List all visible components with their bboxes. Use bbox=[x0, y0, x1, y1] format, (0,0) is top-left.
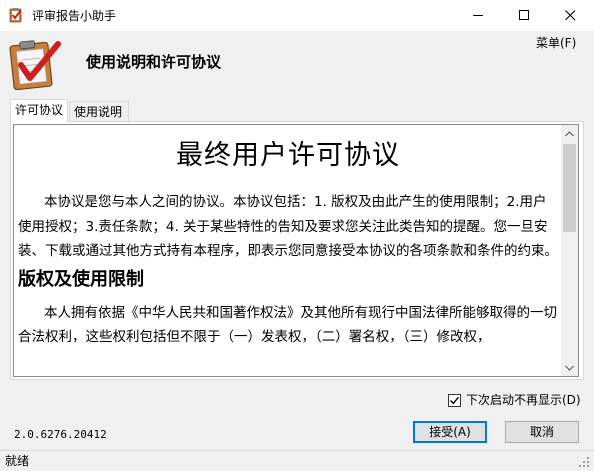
close-button[interactable] bbox=[547, 0, 593, 31]
close-icon bbox=[564, 10, 575, 21]
status-bar bbox=[0, 450, 594, 470]
version-label: 2.0.6276.20412 bbox=[14, 428, 107, 441]
document-title: 最终用户许可协议 bbox=[176, 140, 400, 171]
license-document[interactable]: 最终用户许可协议 本协议是您与本人之间的协议。本协议包括：1. 版权及由此产生的… bbox=[13, 124, 579, 377]
chevron-down-icon bbox=[565, 365, 574, 371]
resize-grip-icon[interactable] bbox=[578, 456, 590, 468]
tab-instructions[interactable]: 使用说明 bbox=[69, 101, 129, 121]
checkmark-icon bbox=[450, 396, 460, 405]
window-title: 评审报告小助手 bbox=[32, 9, 117, 23]
chevron-up-icon bbox=[565, 130, 574, 136]
minimize-icon bbox=[472, 15, 483, 16]
document-paragraph: 本人拥有依据《中华人民共和国著作权法》及其他所有现行中国法律所能够取得的一切合法… bbox=[18, 304, 557, 346]
cancel-button[interactable]: 取消 bbox=[505, 421, 579, 443]
dont-show-again-checkbox[interactable] bbox=[448, 394, 461, 407]
scroll-up-button[interactable] bbox=[561, 125, 578, 142]
maximize-button[interactable] bbox=[501, 0, 547, 31]
document-heading: 版权及使用限制 bbox=[18, 268, 144, 290]
dont-show-again-label[interactable]: 下次启动不再显示(D) bbox=[466, 393, 581, 408]
status-text: 就绪 bbox=[5, 454, 30, 468]
maximize-icon bbox=[518, 10, 529, 20]
app-icon bbox=[8, 7, 24, 23]
minimize-button[interactable] bbox=[455, 0, 501, 31]
scroll-thumb[interactable] bbox=[563, 144, 576, 232]
accept-button[interactable]: 接受(A) bbox=[413, 421, 487, 443]
document-paragraph: 本协议是您与本人之间的协议。本协议包括：1. 版权及由此产生的使用限制；2.用户… bbox=[18, 194, 558, 259]
tab-license[interactable]: 许可协议 bbox=[10, 99, 68, 122]
clipboard-check-logo bbox=[8, 38, 62, 91]
menu-file[interactable]: 菜单(F) bbox=[536, 36, 576, 50]
scroll-down-button[interactable] bbox=[561, 359, 578, 376]
vertical-scrollbar[interactable] bbox=[561, 125, 578, 376]
page-title: 使用说明和许可协议 bbox=[86, 53, 222, 71]
